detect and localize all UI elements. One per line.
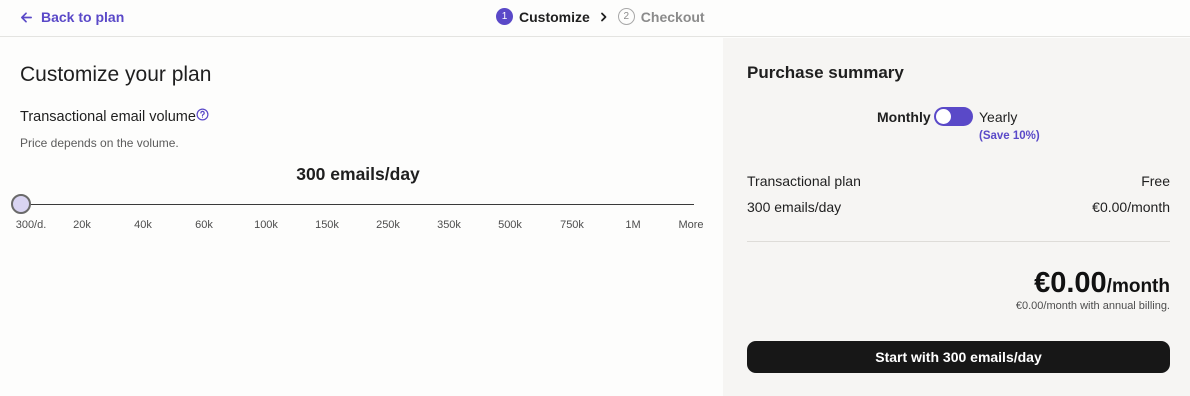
summary-divider — [747, 241, 1170, 242]
summary-title: Purchase summary — [747, 63, 904, 82]
back-to-plan-link[interactable]: Back to plan — [20, 9, 124, 25]
billing-yearly-label[interactable]: Yearly — [979, 109, 1017, 125]
yearly-savings-badge: (Save 10%) — [979, 130, 1040, 142]
start-plan-button[interactable]: Start with 300 emails/day — [747, 341, 1170, 373]
billing-monthly-label[interactable]: Monthly — [877, 109, 931, 125]
slider-tick-label[interactable]: 60k — [195, 219, 213, 231]
slider-tick-label[interactable]: 1M — [625, 219, 640, 231]
plan-line-value: Free — [1141, 173, 1170, 189]
total-price: €0.00/month — [1034, 267, 1170, 300]
step-2-label: Checkout — [640, 8, 705, 25]
slider-tick-label[interactable]: 100k — [254, 219, 278, 231]
question-circle-icon[interactable] — [196, 108, 209, 121]
step-1-number: 1 — [496, 8, 513, 25]
step-2-number: 2 — [617, 8, 635, 25]
slider-thumb[interactable] — [11, 194, 31, 214]
step-1-label: Customize — [519, 8, 590, 25]
slider-tick-label[interactable]: 500k — [498, 219, 522, 231]
toggle-knob — [936, 109, 951, 124]
slider-tick-label[interactable]: 350k — [437, 219, 461, 231]
total-amount: €0.00 — [1034, 267, 1107, 299]
current-volume-value: 300 emails/day — [296, 164, 420, 184]
arrow-left-icon — [21, 11, 32, 23]
top-navigation-bar: Back to plan 1 Customize 2 Checkout — [0, 0, 1190, 37]
slider-tick-label[interactable]: 750k — [560, 219, 584, 231]
slider-tick-label[interactable]: More — [678, 219, 703, 231]
billing-period-toggle[interactable] — [934, 107, 973, 126]
chevron-right-icon — [599, 12, 608, 22]
slider-tick-label[interactable]: 40k — [134, 219, 152, 231]
back-to-plan-label: Back to plan — [41, 9, 125, 25]
slider-tick-label[interactable]: 300/d. — [16, 219, 47, 231]
checkout-steps: 1 Customize 2 Checkout — [496, 8, 705, 25]
slider-tick-label[interactable]: 250k — [376, 219, 400, 231]
volume-subtext: Price depends on the volume. — [20, 136, 179, 150]
annual-billing-note: €0.00/month with annual billing. — [1015, 300, 1170, 312]
slider-tick-label[interactable]: 150k — [315, 219, 339, 231]
plan-line-label: Transactional plan — [747, 173, 861, 189]
volume-line-value: €0.00/month — [1092, 199, 1170, 215]
total-unit: /month — [1106, 276, 1170, 297]
purchase-summary-panel: Purchase summary Monthly Yearly (Save 10… — [723, 38, 1190, 396]
slider-tick-label[interactable]: 20k — [73, 219, 91, 231]
volume-label: Transactional email volume — [20, 109, 196, 125]
page-title: Customize your plan — [20, 63, 212, 86]
slider-track[interactable] — [21, 204, 694, 205]
volume-line-label: 300 emails/day — [747, 199, 842, 215]
customize-panel: Customize your plan Transactional email … — [0, 38, 722, 396]
